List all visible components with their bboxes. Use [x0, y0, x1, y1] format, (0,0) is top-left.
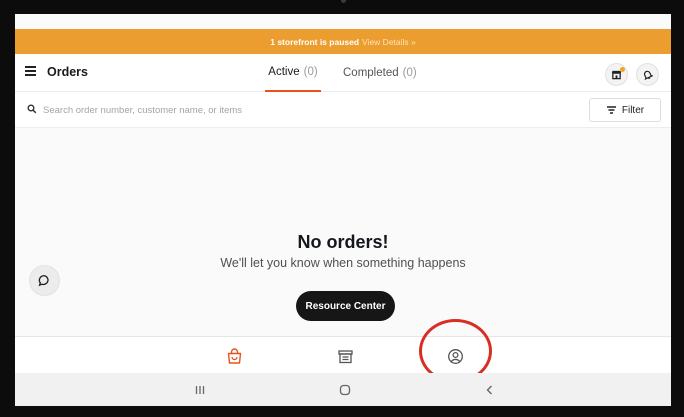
- orders-list-area: No orders! We'll let you know when somet…: [15, 128, 671, 336]
- system-navigation-bar: [15, 373, 671, 406]
- back-icon: [486, 385, 492, 395]
- search-bar: Filter: [15, 92, 671, 128]
- recents-button[interactable]: [191, 381, 209, 399]
- notifications-button[interactable]: [636, 63, 659, 86]
- banner-message: 1 storefront is paused: [270, 36, 360, 47]
- store-button[interactable]: [605, 63, 628, 86]
- account-circle-icon: [447, 348, 463, 364]
- shopping-bag-icon: [227, 347, 241, 364]
- empty-state-title: No orders!: [297, 232, 389, 252]
- tab-orders[interactable]: [222, 344, 246, 368]
- menu-card-icon: [337, 349, 353, 363]
- page-title: Orders: [47, 65, 88, 79]
- filter-button[interactable]: Filter: [589, 98, 661, 122]
- recents-icon: [195, 386, 205, 394]
- camera-notch: [341, 0, 346, 3]
- device-bezel: [0, 0, 684, 14]
- empty-state-subtitle: We'll let you know when something happen…: [220, 256, 466, 270]
- orders-header: Orders Active (0) Completed (0): [15, 54, 671, 92]
- tab-active-label: Active: [268, 66, 300, 78]
- filter-label: Filter: [621, 104, 645, 116]
- app-screen: 1 storefront is paused View Details » Or…: [15, 14, 671, 406]
- status-bar: [15, 14, 671, 29]
- resource-center-button[interactable]: Resource Center: [296, 291, 395, 321]
- search-input[interactable]: [43, 101, 563, 119]
- bell-icon: [643, 70, 653, 80]
- filter-lines-icon: [606, 106, 616, 114]
- tab-completed-label: Completed: [343, 67, 399, 79]
- chat-bubble-icon: [38, 275, 49, 287]
- bottom-tab-bar: [15, 336, 671, 373]
- search-icon: [27, 104, 37, 114]
- tab-account[interactable]: [443, 344, 467, 368]
- tab-active-count: (0): [303, 66, 318, 78]
- tab-active[interactable]: Active (0): [265, 54, 321, 92]
- tab-menu[interactable]: [333, 344, 357, 368]
- store-notification-dot: [620, 67, 625, 72]
- tab-completed[interactable]: Completed (0): [343, 54, 423, 92]
- paused-banner[interactable]: 1 storefront is paused View Details »: [15, 29, 671, 54]
- home-icon: [339, 384, 351, 396]
- tab-completed-count: (0): [402, 67, 417, 79]
- view-details-link[interactable]: View Details »: [362, 37, 416, 47]
- back-button[interactable]: [481, 381, 499, 399]
- home-button[interactable]: [336, 381, 354, 399]
- hamburger-menu-icon[interactable]: [25, 66, 37, 78]
